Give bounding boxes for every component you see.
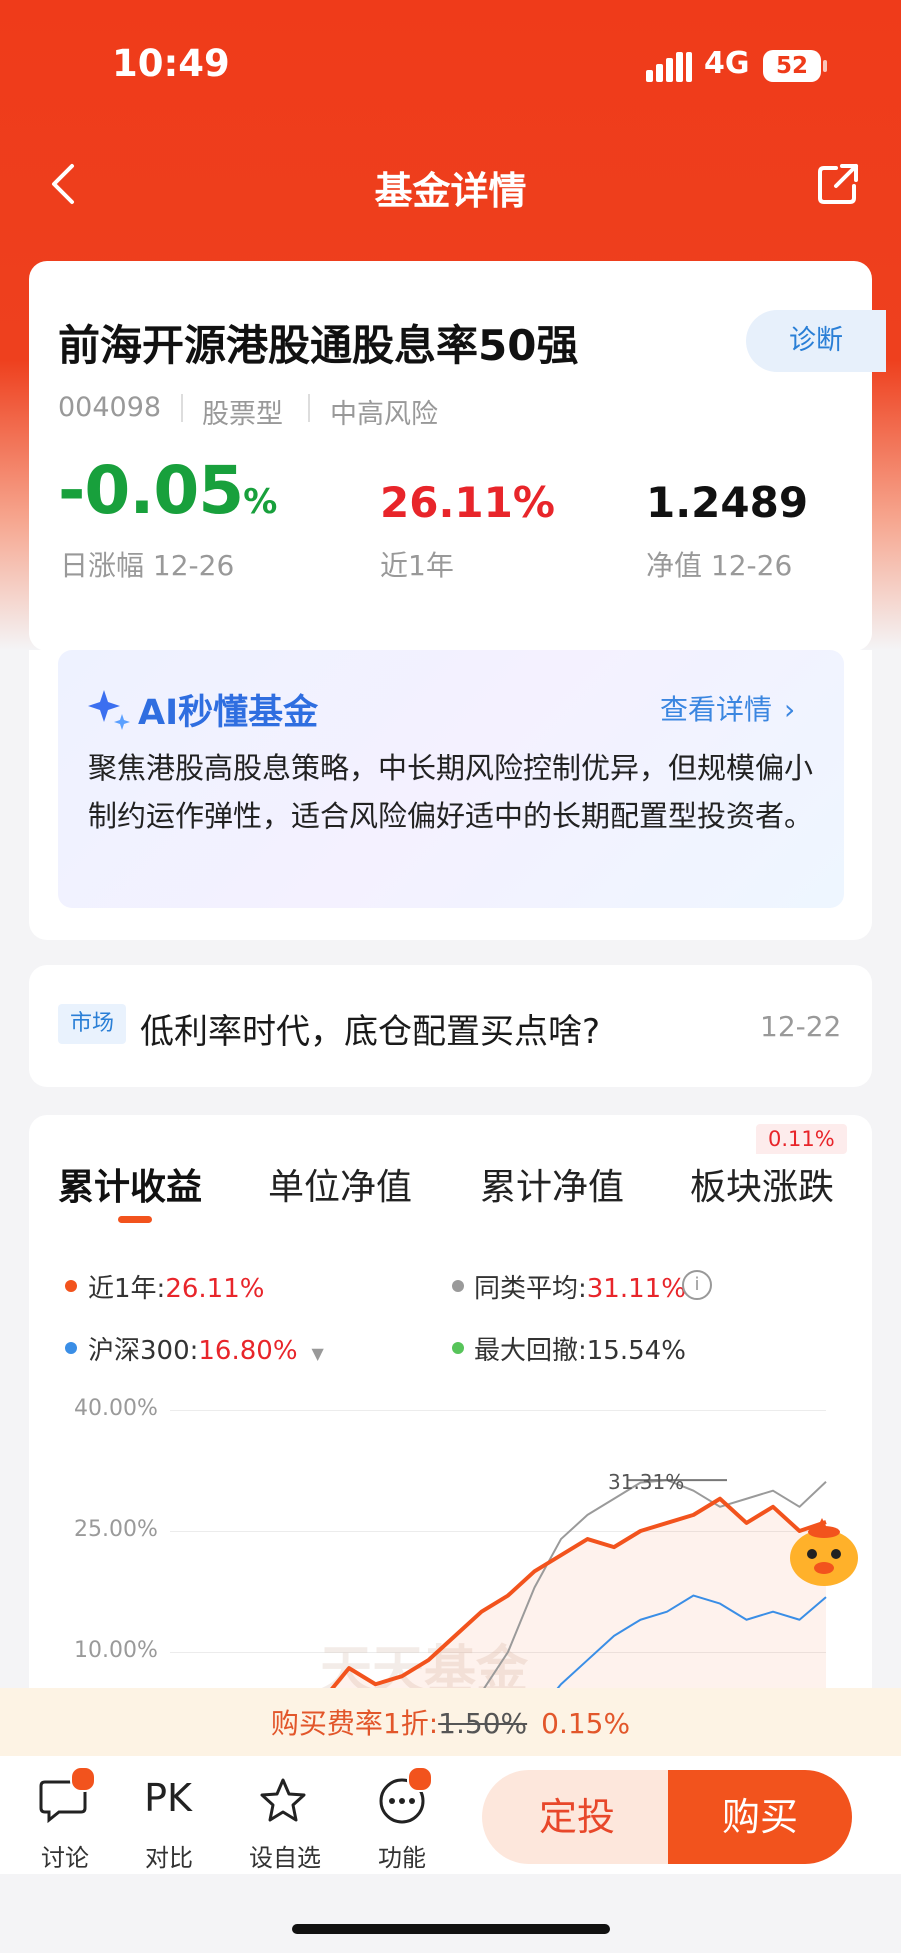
signal-icon: [646, 52, 692, 82]
sparkle-icon: [88, 690, 130, 730]
diagnose-button[interactable]: 诊断: [746, 310, 886, 372]
daily-change: -0.05%: [58, 452, 277, 529]
daily-change-unit: %: [243, 482, 277, 522]
fund-legend: 近1年:26.11%: [88, 1268, 264, 1305]
fund-type: 股票型: [202, 399, 283, 430]
fund-code: 004098: [58, 392, 162, 423]
network-type: 4G: [704, 46, 750, 81]
news-date: 12-22: [760, 1010, 842, 1043]
add-watchlist-label: 设自选: [249, 1844, 321, 1872]
drawdown-legend-dot: [452, 1342, 464, 1354]
discussion-label: 讨论: [41, 1844, 89, 1872]
news-tag: 市场: [58, 1004, 126, 1044]
fund-legend-label: 近1年:: [88, 1274, 166, 1304]
chevron-right-icon: ›: [784, 693, 796, 726]
functions-label: 功能: [378, 1844, 426, 1872]
tab-cumulative-nav[interactable]: 累计净值: [480, 1158, 624, 1210]
index-legend-dot: [65, 1342, 77, 1354]
tab-cumulative-return[interactable]: 累计收益: [58, 1158, 202, 1210]
peer-legend-value: 31.11%: [586, 1274, 686, 1304]
daily-change-label: 日涨幅 12-26: [60, 549, 235, 582]
tab-unit-nav[interactable]: 单位净值: [268, 1158, 412, 1210]
info-icon[interactable]: i: [682, 1270, 712, 1300]
buy-button[interactable]: 购买: [668, 1770, 852, 1864]
battery-icon: 52: [763, 50, 821, 82]
one-year-return: 26.11%: [380, 478, 555, 527]
sector-change-badge: 0.11%: [756, 1124, 847, 1154]
peer-legend: 同类平均:31.11%: [474, 1268, 686, 1305]
index-legend-value: 16.80%: [198, 1336, 298, 1366]
home-indicator: [292, 1924, 610, 1934]
fund-legend-dot: [65, 1280, 77, 1292]
peer-legend-dot: [452, 1280, 464, 1292]
fund-name: 前海开源港股通股息率50强: [58, 321, 579, 370]
fee-prefix: 购买费率1折:: [270, 1707, 439, 1740]
drawdown-legend-label: 最大回撤:: [474, 1336, 587, 1366]
fee-current: 0.15%: [541, 1707, 631, 1740]
index-legend-label: 沪深300:: [88, 1336, 199, 1366]
drawdown-legend: 最大回撤:15.54%: [474, 1330, 686, 1367]
fund-risk: 中高风险: [330, 399, 438, 430]
notification-dot: [70, 1766, 96, 1792]
divider: [308, 394, 310, 422]
compare-label: 对比: [145, 1844, 193, 1872]
nav-label: 净值 12-26: [646, 549, 793, 582]
dropdown-caret-icon: ▼: [311, 1344, 324, 1363]
active-tab-indicator: [118, 1216, 152, 1223]
pk-icon[interactable]: PK: [138, 1776, 198, 1826]
battery-tip: [823, 60, 827, 72]
ai-detail-label: 查看详情: [660, 693, 773, 726]
one-year-label: 近1年: [380, 549, 454, 582]
star-icon: [260, 1778, 306, 1822]
share-icon[interactable]: [816, 162, 860, 206]
add-watchlist-button[interactable]: [255, 1776, 315, 1826]
status-time: 10:49: [112, 42, 230, 85]
daily-change-value: -0.05: [58, 452, 244, 529]
nav-value: 1.2489: [646, 478, 809, 527]
divider: [181, 394, 183, 422]
news-headline[interactable]: 低利率时代，底仓配置买点啥?: [140, 1004, 600, 1053]
fee-text: 购买费率1折:1.50% 0.15%: [0, 1702, 901, 1742]
mascot-icon[interactable]: [786, 1516, 862, 1590]
index-legend[interactable]: 沪深300:16.80% ▼: [88, 1330, 324, 1367]
ai-summary-text: 聚焦港股高股息策略，中长期风险控制优异，但规模偏小制约运作弹性，适合风险偏好适中…: [88, 751, 814, 833]
peer-legend-label: 同类平均:: [474, 1274, 587, 1304]
page-title: 基金详情: [374, 169, 527, 213]
fund-legend-value: 26.11%: [165, 1274, 265, 1304]
drawdown-legend-value: 15.54%: [586, 1336, 686, 1366]
auto-invest-button[interactable]: 定投: [482, 1770, 672, 1864]
fee-original: 1.50%: [438, 1707, 528, 1740]
tab-sector-change[interactable]: 板块涨跌: [690, 1158, 834, 1210]
notification-dot: [407, 1766, 433, 1792]
ai-detail-link[interactable]: 查看详情 ›: [660, 688, 795, 728]
ai-title: AI秒懂基金: [138, 693, 319, 733]
